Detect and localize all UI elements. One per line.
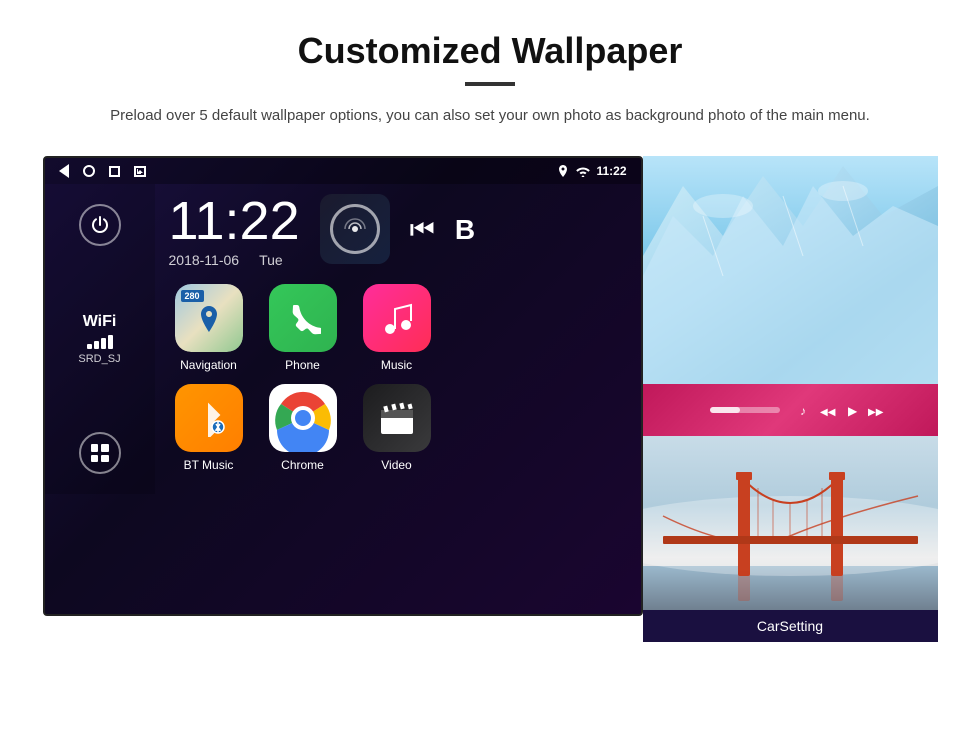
ice-wallpaper-svg [643, 156, 938, 384]
wallpaper-ice[interactable] [643, 156, 938, 384]
phone-icon [285, 300, 321, 336]
power-button[interactable] [79, 204, 121, 246]
page-description: Preload over 5 default wallpaper options… [100, 104, 880, 128]
wifi-label: WiFi [78, 313, 120, 331]
bar-2 [94, 341, 99, 349]
ice-visual [643, 156, 938, 384]
clock-time: 11:22 [169, 194, 300, 248]
bluetooth-icon [190, 399, 228, 437]
clapperboard-icon [377, 400, 417, 436]
app-item-navigation[interactable]: 280 Navigation [169, 284, 249, 372]
wallpaper-bridge[interactable] [643, 436, 938, 610]
app-item-music[interactable]: Music [357, 284, 437, 372]
app-item-video[interactable]: Video [357, 384, 437, 472]
app-label-navigation: Navigation [180, 358, 237, 372]
app-icon-phone [269, 284, 337, 352]
app-icon-bt-music [175, 384, 243, 452]
app-icon-video [363, 384, 431, 452]
status-time: 11:22 [596, 164, 626, 178]
wallpaper-music-player[interactable]: ♪ ◀◀ ▶ ▶▶ [643, 384, 938, 436]
wallpaper-column: ♪ ◀◀ ▶ ▶▶ [643, 156, 938, 642]
bridge-wallpaper-svg [643, 436, 938, 610]
svg-text:◀◀: ◀◀ [820, 407, 836, 418]
screen-sidebar: WiFi SRD_SJ [45, 184, 155, 494]
svg-text:▶: ▶ [848, 404, 858, 418]
app-item-bt-music[interactable]: BT Music [169, 384, 249, 472]
apps-grid-icon [91, 444, 109, 462]
main-content: 11:22 WiFi [40, 156, 940, 642]
media-icon-inner [330, 204, 380, 254]
svg-text:♪: ♪ [800, 404, 806, 418]
date-value: 2018-11-06 [169, 252, 240, 268]
screen-content: WiFi SRD_SJ [45, 184, 641, 494]
title-divider [465, 82, 515, 86]
wifi-signal-bars [78, 335, 120, 349]
screenshot-nav-icon[interactable] [134, 166, 146, 177]
bar-3 [101, 338, 106, 349]
map-marker-icon [194, 304, 224, 334]
app-label-phone: Phone [285, 358, 320, 372]
nav-badge: 280 [181, 290, 204, 302]
android-screen: 11:22 WiFi [43, 156, 643, 616]
media-title-icon: B [455, 214, 475, 246]
wifi-info: WiFi SRD_SJ [78, 313, 120, 365]
app-item-phone[interactable]: Phone [263, 284, 343, 372]
page-title: Customized Wallpaper [40, 30, 940, 72]
page-wrapper: Customized Wallpaper Preload over 5 defa… [0, 0, 980, 662]
svg-text:▶▶: ▶▶ [868, 407, 884, 418]
skip-previous-icon[interactable]: ⏮ [410, 214, 435, 247]
clock-display: 11:22 2018-11-06 Tue [169, 194, 300, 268]
apps-row-1: 280 Navigation [169, 284, 631, 372]
screen-main: 11:22 2018-11-06 Tue [155, 184, 641, 494]
app-label-chrome: Chrome [281, 458, 324, 472]
app-label-video: Video [381, 458, 411, 472]
power-icon [90, 215, 110, 235]
wifi-ssid: SRD_SJ [78, 353, 120, 365]
back-nav-icon[interactable] [59, 164, 69, 178]
bar-1 [87, 344, 92, 349]
wifi-signal-display-icon [341, 215, 369, 243]
location-icon [556, 164, 570, 178]
clock-date: 2018-11-06 Tue [169, 252, 300, 268]
carsetting-label[interactable]: CarSetting [643, 610, 938, 642]
chrome-svg-icon [269, 384, 337, 452]
app-label-music: Music [381, 358, 412, 372]
apps-drawer-button[interactable] [79, 432, 121, 474]
media-app-icon[interactable] [320, 194, 390, 264]
recents-nav-icon[interactable] [109, 166, 120, 177]
app-icon-music [363, 284, 431, 352]
app-icon-navigation: 280 [175, 284, 243, 352]
carsetting-text: CarSetting [757, 618, 823, 634]
music-note-icon [378, 299, 416, 337]
home-nav-icon[interactable] [83, 165, 95, 177]
app-item-chrome[interactable]: Chrome [263, 384, 343, 472]
wifi-status-icon [576, 165, 590, 177]
status-bar: 11:22 [45, 158, 641, 184]
app-icon-chrome [269, 384, 337, 452]
apps-row-2: BT Music [169, 384, 631, 472]
app-label-bt-music: BT Music [184, 458, 234, 472]
day-value: Tue [259, 252, 283, 268]
music-player-ui: ♪ ◀◀ ▶ ▶▶ [690, 395, 890, 425]
status-bar-right: 11:22 [556, 164, 626, 178]
bar-4 [108, 335, 113, 349]
status-bar-left [59, 164, 146, 178]
clock-area: 11:22 2018-11-06 Tue [169, 194, 631, 268]
